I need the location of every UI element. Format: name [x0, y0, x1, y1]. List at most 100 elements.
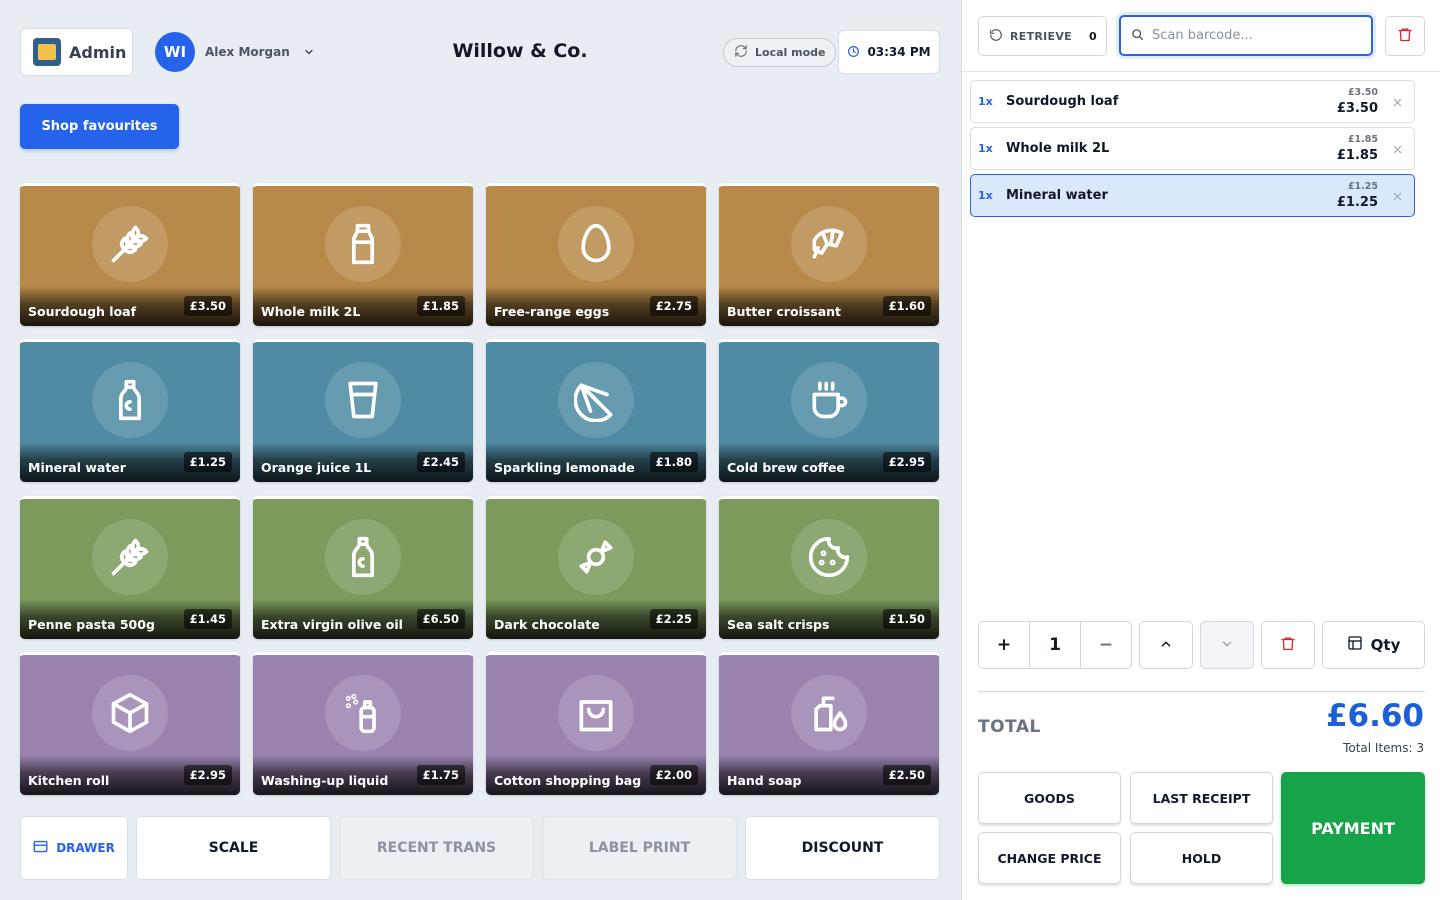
quantity-value[interactable]: 1: [1029, 622, 1081, 668]
cart-line-unit-price: £1.85: [1347, 134, 1378, 145]
product-tile[interactable]: Kitchen roll £2.95: [20, 651, 240, 795]
product-tile[interactable]: Penne pasta 500g £1.45: [20, 495, 240, 639]
cart-line[interactable]: 1x Whole milk 2L £1.85 £1.85: [970, 127, 1415, 170]
product-tile[interactable]: Free-range eggs £2.75: [486, 183, 706, 326]
product-tile[interactable]: Dark chocolate £2.25: [486, 495, 706, 639]
close-icon[interactable]: [1390, 142, 1404, 156]
glass-icon: [325, 362, 401, 439]
cart-line-unit-price: £1.25: [1347, 181, 1378, 192]
product-tile[interactable]: Butter croissant £1.60: [719, 183, 939, 326]
cart-line[interactable]: 1x Mineral water £1.25 £1.25: [970, 174, 1415, 217]
user-menu[interactable]: WI Alex Morgan: [155, 32, 318, 72]
soap-icon: [791, 674, 867, 751]
qty-button[interactable]: Qty: [1322, 621, 1425, 669]
goods-button[interactable]: GOODS: [978, 772, 1121, 824]
trash-icon: [1280, 635, 1296, 656]
move-down-button[interactable]: [1200, 621, 1254, 669]
history-icon: [989, 27, 1003, 46]
product-price: £2.75: [649, 296, 698, 316]
product-tile[interactable]: Sea salt crisps £1.50: [719, 495, 939, 639]
local-mode-badge[interactable]: Local mode: [723, 38, 837, 67]
egg-icon: [558, 206, 634, 282]
wheat-icon: [92, 206, 168, 282]
product-tile[interactable]: Extra virgin olive oil £6.50: [253, 495, 473, 639]
increase-button[interactable]: +: [979, 622, 1029, 668]
payment-button[interactable]: PAYMENT: [1281, 772, 1425, 884]
avatar: WI: [155, 32, 195, 72]
wheat-icon: [92, 518, 168, 595]
product-price: £1.85: [416, 296, 465, 316]
product-price: £2.50: [882, 764, 931, 785]
cart-line-name: Whole milk 2L: [1006, 141, 1110, 156]
product-price: £1.25: [183, 452, 232, 473]
clock-icon: [847, 43, 860, 62]
chevron-down-icon[interactable]: [300, 43, 318, 61]
drawer-button[interactable]: DRAWER: [20, 816, 128, 880]
product-tile[interactable]: Cold brew coffee £2.95: [719, 339, 939, 483]
retrieve-button[interactable]: RETRIEVE 0: [978, 16, 1107, 56]
product-tile[interactable]: Sourdough loaf £3.50: [20, 183, 240, 326]
product-tile[interactable]: Mineral water £1.25: [20, 339, 240, 483]
product-name: Cold brew coffee: [727, 460, 845, 476]
retrieve-count: 0: [1089, 29, 1097, 43]
product-price: £2.25: [649, 608, 698, 629]
shop-favourites-button[interactable]: Shop favourites: [20, 104, 179, 149]
clock: 03:34 PM: [838, 30, 940, 74]
cart-line-total: £1.85: [1336, 148, 1378, 163]
product-name: Hand soap: [727, 772, 802, 788]
product-name: Washing-up liquid: [261, 772, 389, 788]
product-tile[interactable]: Whole milk 2L £1.85: [253, 183, 473, 326]
change-price-button[interactable]: CHANGE PRICE: [978, 832, 1121, 884]
admin-button[interactable]: Admin: [20, 28, 133, 76]
cart-line-qty: 1x: [978, 189, 993, 202]
clear-cart-button[interactable]: [1385, 16, 1425, 56]
last-receipt-button[interactable]: LAST RECEIPT: [1130, 772, 1273, 824]
quantity-stepper: + 1 −: [978, 621, 1132, 669]
product-name: Sparkling lemonade: [494, 460, 635, 476]
barcode-input[interactable]: [1152, 28, 1352, 43]
mode-label: Local mode: [755, 46, 826, 59]
product-name: Butter croissant: [727, 304, 842, 319]
store-name: Willow & Co.: [452, 40, 588, 62]
delete-line-button[interactable]: [1261, 621, 1315, 669]
decrease-button[interactable]: −: [1081, 622, 1131, 668]
calculator-icon: [1347, 635, 1363, 655]
total-items: Total Items: 3: [1343, 741, 1424, 755]
cart-line-name: Sourdough loaf: [1006, 94, 1119, 109]
product-price: £1.45: [183, 608, 232, 629]
move-up-button[interactable]: [1139, 621, 1193, 669]
product-tile[interactable]: Sparkling lemonade £1.80: [486, 339, 706, 483]
product-price: £2.95: [882, 452, 931, 473]
product-name: Free-range eggs: [494, 304, 610, 319]
cart-line[interactable]: 1x Sourdough loaf £3.50 £3.50: [970, 80, 1415, 123]
product-tile[interactable]: Hand soap £2.50: [719, 651, 939, 795]
candy-icon: [558, 518, 634, 595]
recent-trans-button[interactable]: RECENT TRANS: [339, 816, 534, 880]
drawer-label: DRAWER: [56, 841, 115, 855]
product-price: £2.00: [649, 764, 698, 785]
product-price: £6.50: [416, 608, 465, 629]
discount-button[interactable]: DISCOUNT: [745, 816, 940, 880]
product-price: £1.50: [882, 608, 931, 629]
water-bottle-icon: [92, 362, 168, 439]
cart-line-total: £1.25: [1336, 195, 1378, 210]
barcode-search[interactable]: [1119, 15, 1373, 56]
spray-bottle-icon: [325, 674, 401, 751]
function-bar: DRAWER SCALE RECENT TRANS LABEL PRINT DI…: [20, 816, 940, 880]
close-icon[interactable]: [1390, 95, 1404, 109]
label-print-button[interactable]: LABEL PRINT: [542, 816, 737, 880]
close-icon[interactable]: [1390, 189, 1404, 203]
product-tile[interactable]: Orange juice 1L £2.45: [253, 339, 473, 483]
citrus-icon: [558, 362, 634, 439]
cart-line-unit-price: £3.50: [1347, 87, 1378, 98]
box-icon: [92, 674, 168, 751]
scale-button[interactable]: SCALE: [136, 816, 331, 880]
hold-button[interactable]: HOLD: [1130, 832, 1273, 884]
product-tile[interactable]: Cotton shopping bag £2.00: [486, 651, 706, 795]
product-name: Kitchen roll: [28, 772, 110, 788]
product-tile[interactable]: Washing-up liquid £1.75: [253, 651, 473, 795]
qty-label: Qty: [1370, 636, 1401, 654]
cart-line-qty: 1x: [978, 95, 993, 108]
product-name: Extra virgin olive oil: [261, 616, 403, 632]
product-grid: Sourdough loaf £3.50 Whole milk 2L £1.85…: [20, 183, 940, 795]
